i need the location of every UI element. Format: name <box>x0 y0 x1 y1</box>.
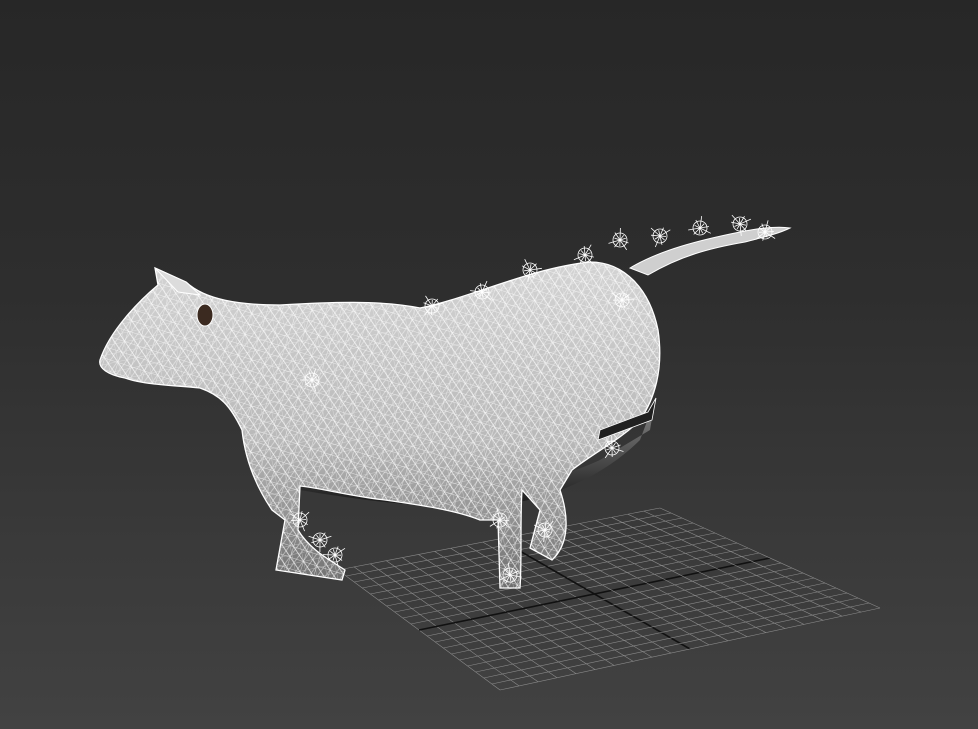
bone-helper <box>688 216 711 236</box>
perspective-viewport[interactable] <box>0 0 978 729</box>
grid-line <box>499 607 881 691</box>
grid-line <box>475 592 848 673</box>
cow-wireframe-b <box>99 262 660 588</box>
bone-helper <box>608 227 629 251</box>
cow-eye <box>196 303 214 327</box>
bone-helper <box>650 227 671 248</box>
bone-helper <box>573 244 594 265</box>
grid-line <box>483 597 859 679</box>
grid-line <box>659 507 881 609</box>
grid-line <box>627 513 843 617</box>
cow-mesh-model[interactable] <box>99 214 792 589</box>
viewport-scene[interactable] <box>0 0 978 729</box>
home-grid <box>337 507 881 691</box>
grid-line <box>491 602 870 685</box>
grid-line <box>643 510 862 613</box>
